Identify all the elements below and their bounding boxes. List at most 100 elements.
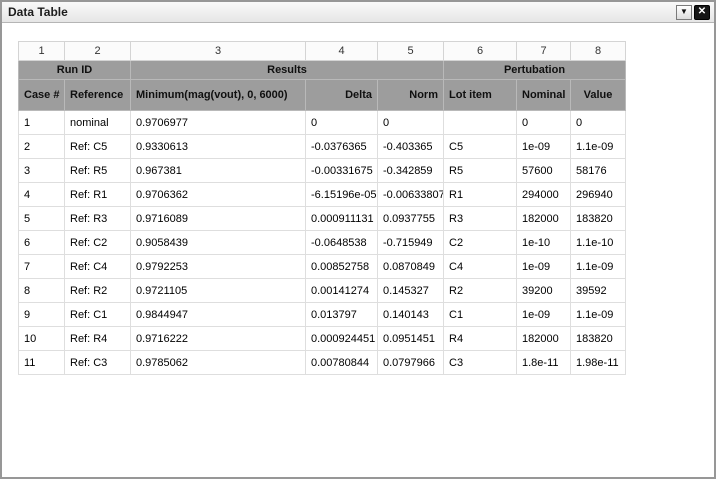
table-cell: 0.9844947 — [131, 303, 306, 327]
table-row: 10Ref: R40.97162220.0009244510.0951451R4… — [19, 327, 626, 351]
window-title: Data Table — [8, 2, 674, 22]
column-header-cell[interactable]: Delta — [306, 80, 378, 111]
table-cell: 0.9716089 — [131, 207, 306, 231]
table-cell: 4 — [19, 183, 65, 207]
collapse-button[interactable]: ▼ — [676, 5, 692, 20]
table-cell: 0 — [517, 111, 571, 135]
table-cell: 2 — [19, 135, 65, 159]
table-cell: 0.9058439 — [131, 231, 306, 255]
table-cell: nominal — [65, 111, 131, 135]
table-cell: 0.145327 — [378, 279, 444, 303]
table-cell: 57600 — [517, 159, 571, 183]
group-header-cell: Pertubation — [444, 61, 626, 80]
table-cell: -0.715949 — [378, 231, 444, 255]
chevron-down-icon: ▼ — [680, 8, 688, 16]
table-row: 6Ref: C20.9058439-0.0648538-0.715949C21e… — [19, 231, 626, 255]
table-cell: Ref: C2 — [65, 231, 131, 255]
table-cell: -0.403365 — [378, 135, 444, 159]
data-table-window: Data Table ▼ ✕ 12345678 Run IDResultsPer… — [0, 0, 716, 479]
table-cell: Ref: C3 — [65, 351, 131, 375]
table-row: 11Ref: C30.97850620.007808440.0797966C31… — [19, 351, 626, 375]
column-header-cell[interactable]: Minimum(mag(vout), 0, 6000) — [131, 80, 306, 111]
table-cell: R4 — [444, 327, 517, 351]
table-cell: 8 — [19, 279, 65, 303]
data-table: 12345678 Run IDResultsPertubation Case #… — [18, 41, 626, 375]
table-row: 2Ref: C50.9330613-0.0376365-0.403365C51e… — [19, 135, 626, 159]
table-cell: Ref: R5 — [65, 159, 131, 183]
index-header-cell[interactable]: 1 — [19, 42, 65, 61]
table-cell: Ref: R4 — [65, 327, 131, 351]
table-cell: -0.342859 — [378, 159, 444, 183]
index-header-cell[interactable]: 5 — [378, 42, 444, 61]
table-cell: 1e-09 — [517, 303, 571, 327]
table-cell: C1 — [444, 303, 517, 327]
table-cell: Ref: R2 — [65, 279, 131, 303]
table-cell: 3 — [19, 159, 65, 183]
table-cell: 1.1e-09 — [571, 255, 626, 279]
index-header-cell[interactable]: 8 — [571, 42, 626, 61]
table-cell: Ref: C5 — [65, 135, 131, 159]
table-cell: 1 — [19, 111, 65, 135]
table-cell: 182000 — [517, 207, 571, 231]
table-cell: 0.9785062 — [131, 351, 306, 375]
column-header-row: Case #ReferenceMinimum(mag(vout), 0, 600… — [19, 80, 626, 111]
table-cell: Ref: C1 — [65, 303, 131, 327]
table-cell: C3 — [444, 351, 517, 375]
column-header-cell[interactable]: Reference — [65, 80, 131, 111]
table-cell: 294000 — [517, 183, 571, 207]
table-cell: 10 — [19, 327, 65, 351]
table-cell — [444, 111, 517, 135]
column-header-cell[interactable]: Value — [571, 80, 626, 111]
table-cell: 1.1e-09 — [571, 303, 626, 327]
table-row: 8Ref: R20.97211050.001412740.145327R2392… — [19, 279, 626, 303]
table-cell: 9 — [19, 303, 65, 327]
index-header-cell[interactable]: 4 — [306, 42, 378, 61]
table-cell: 1e-09 — [517, 255, 571, 279]
table-cell: C4 — [444, 255, 517, 279]
table-cell: C2 — [444, 231, 517, 255]
table-cell: 0 — [571, 111, 626, 135]
group-header-row: Run IDResultsPertubation — [19, 61, 626, 80]
table-cell: 0.140143 — [378, 303, 444, 327]
column-header-cell[interactable]: Norm — [378, 80, 444, 111]
table-cell: 1e-09 — [517, 135, 571, 159]
titlebar[interactable]: Data Table ▼ ✕ — [2, 2, 714, 23]
table-cell: 0.0937755 — [378, 207, 444, 231]
group-header-cell: Run ID — [19, 61, 131, 80]
table-cell: 0.000924451 — [306, 327, 378, 351]
table-cell: 39200 — [517, 279, 571, 303]
table-cell: 296940 — [571, 183, 626, 207]
table-cell: 6 — [19, 231, 65, 255]
table-row: 4Ref: R10.9706362-6.15196e-05-0.00633807… — [19, 183, 626, 207]
table-cell: 0.967381 — [131, 159, 306, 183]
index-header-cell[interactable]: 2 — [65, 42, 131, 61]
column-header-cell[interactable]: Lot item — [444, 80, 517, 111]
table-cell: 5 — [19, 207, 65, 231]
table-cell: 1.1e-10 — [571, 231, 626, 255]
close-button[interactable]: ✕ — [694, 5, 710, 20]
table-row: 9Ref: C10.98449470.0137970.140143C11e-09… — [19, 303, 626, 327]
index-header-cell[interactable]: 3 — [131, 42, 306, 61]
table-cell: Ref: C4 — [65, 255, 131, 279]
table-cell: 0.0870849 — [378, 255, 444, 279]
table-cell: -6.15196e-05 — [306, 183, 378, 207]
table-cell: 0.9792253 — [131, 255, 306, 279]
table-cell: 1.1e-09 — [571, 135, 626, 159]
table-cell: 0.000911131 — [306, 207, 378, 231]
table-cell: 0.0797966 — [378, 351, 444, 375]
column-header-cell[interactable]: Case # — [19, 80, 65, 111]
table-cell: 0.00852758 — [306, 255, 378, 279]
index-header-row: 12345678 — [19, 42, 626, 61]
table-cell: R3 — [444, 207, 517, 231]
table-cell: R1 — [444, 183, 517, 207]
index-header-cell[interactable]: 7 — [517, 42, 571, 61]
table-cell: 0.00780844 — [306, 351, 378, 375]
column-header-cell[interactable]: Nominal — [517, 80, 571, 111]
table-body: 1nominal0.970697700002Ref: C50.9330613-0… — [19, 111, 626, 375]
index-header-cell[interactable]: 6 — [444, 42, 517, 61]
table-cell: 0.9716222 — [131, 327, 306, 351]
table-cell: -0.0648538 — [306, 231, 378, 255]
table-cell: 0 — [378, 111, 444, 135]
table-cell: 0.00141274 — [306, 279, 378, 303]
table-cell: 0.9706362 — [131, 183, 306, 207]
